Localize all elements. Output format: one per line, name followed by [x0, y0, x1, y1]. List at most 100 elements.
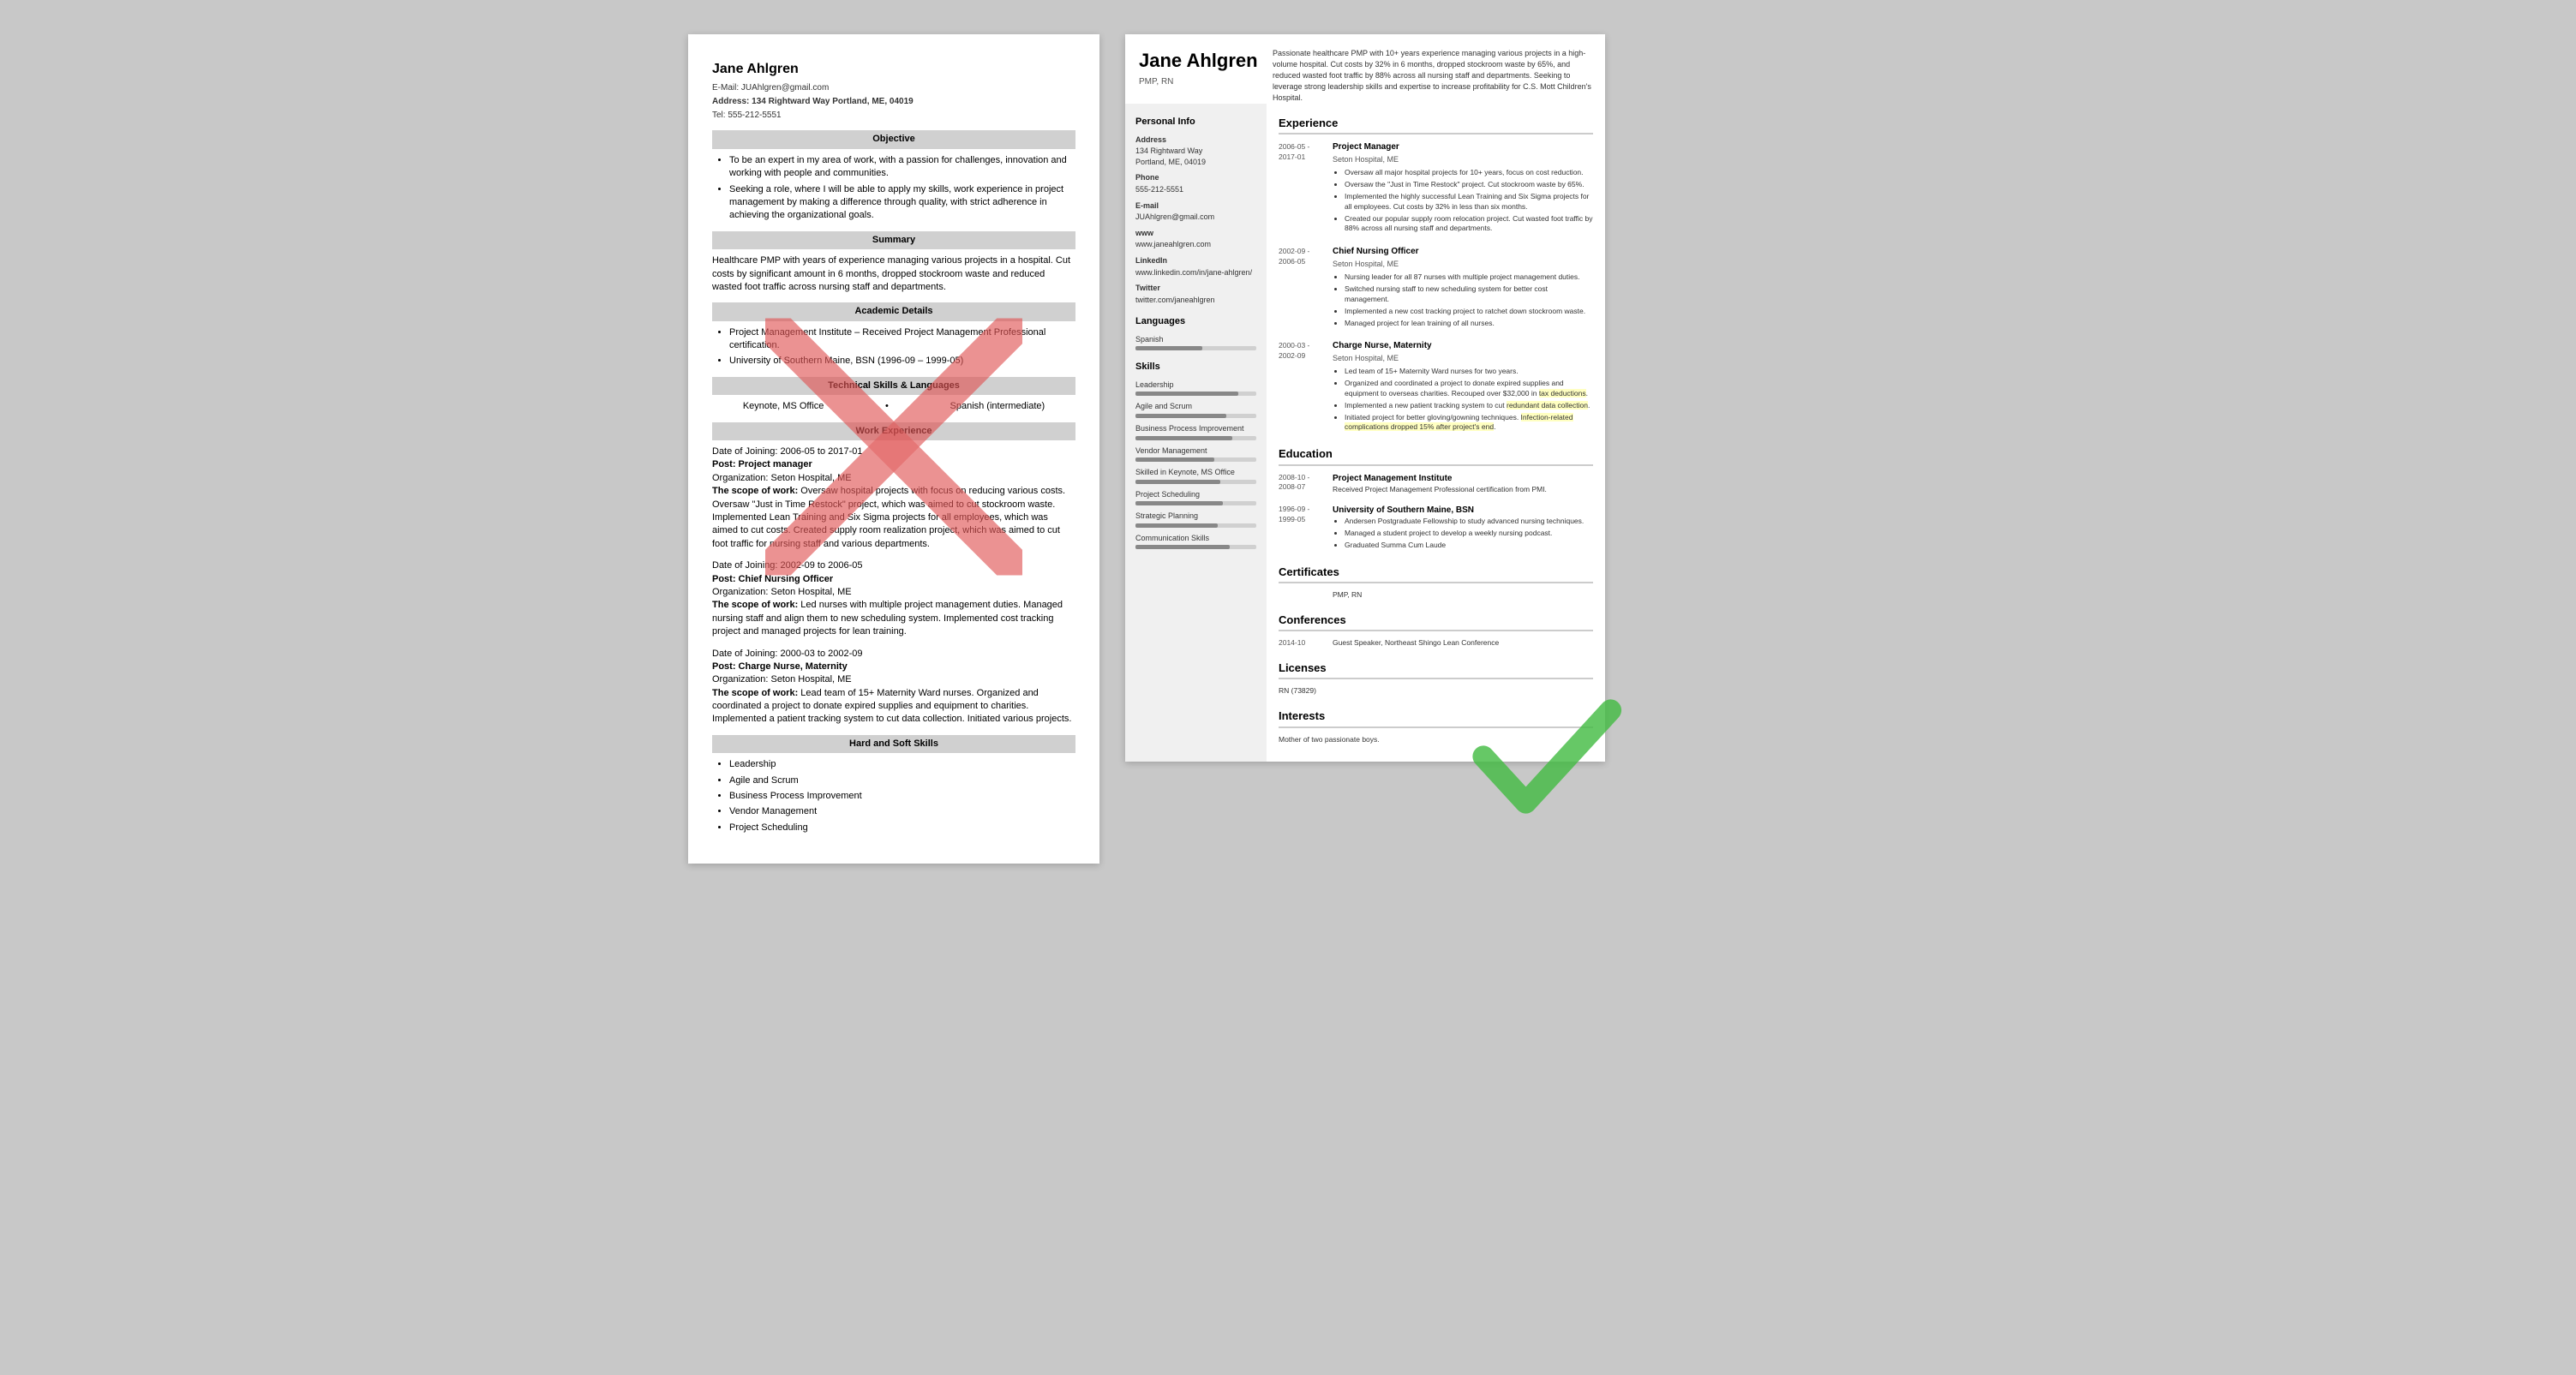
edu-date-2: 1996-09 -1999-05	[1279, 505, 1326, 553]
skill-project-scheduling: Project Scheduling	[1135, 489, 1256, 506]
lang-spanish-bar-fill	[1135, 346, 1202, 350]
skill-leadership: Leadership	[1135, 380, 1256, 397]
lang-spanish-bar-bg	[1135, 346, 1256, 350]
right-header: Jane Ahlgren PMP, RN Passionate healthca…	[1125, 34, 1605, 104]
exp-bullets-2: Nursing leader for all 87 nurses with mu…	[1333, 272, 1593, 328]
section-hardsoft-title: Hard and Soft Skills	[712, 735, 1075, 753]
edu-detail-1: Received Project Management Professional…	[1333, 485, 1593, 495]
exp-bullets-3: Led team of 15+ Maternity Ward nurses fo…	[1333, 367, 1593, 433]
exp-bullets-1: Oversaw all major hospital projects for …	[1333, 168, 1593, 234]
resume-comparison: Jane Ahlgren E-Mail: JUAhlgren@gmail.com…	[688, 34, 1888, 864]
exp-date-2: 2002-09 -2006-05	[1279, 246, 1326, 330]
work-date-2: Date of Joining: 2002-09 to 2006-05	[712, 559, 1075, 572]
field-www-label: www	[1135, 228, 1256, 239]
work-scope-1: The scope of work: Oversaw hospital proj…	[712, 485, 1075, 551]
skill-3: Business Process Improvement	[729, 790, 1075, 803]
right-body: Personal Info Address 134 Rightward WayP…	[1125, 104, 1605, 762]
skill-strategic-name: Strategic Planning	[1135, 511, 1256, 522]
exp-bullet-2-2: Switched nursing staff to new scheduling…	[1345, 284, 1593, 305]
exp-entry-3: 2000-03 -2002-09 Charge Nurse, Maternity…	[1279, 340, 1593, 434]
exp-bullet-2-4: Managed project for lean training of all…	[1345, 319, 1593, 329]
lic-entry-1: RN (73829)	[1279, 686, 1593, 696]
summary-text: Healthcare PMP with years of experience …	[712, 254, 1075, 294]
int-content-1: Mother of two passionate boys.	[1279, 735, 1380, 745]
exp-bullet-2-3: Implemented a new cost tracking project …	[1345, 307, 1593, 317]
edu-bullets-2: Andersen Postgraduate Fellowship to stud…	[1333, 517, 1593, 551]
skills-title: Skills	[1135, 361, 1256, 374]
int-entry-1: Mother of two passionate boys.	[1279, 735, 1593, 745]
field-linkedin-value: www.linkedin.com/in/jane-ahlgren/	[1135, 267, 1256, 278]
right-main: Experience 2006-05 -2017-01 Project Mana…	[1267, 104, 1605, 762]
field-phone-label: Phone	[1135, 172, 1256, 183]
left-name: Jane Ahlgren	[712, 60, 1075, 79]
skill-agile-name: Agile and Scrum	[1135, 401, 1256, 412]
cert-entry-1: PMP, RN	[1279, 590, 1593, 601]
skill-keynote: Skilled in Keynote, MS Office	[1135, 467, 1256, 484]
skill-strategic: Strategic Planning	[1135, 511, 1256, 528]
exp-date-3: 2000-03 -2002-09	[1279, 340, 1326, 434]
academic-item-1: Project Management Institute – Received …	[729, 326, 1075, 353]
hardsoft-list: Leadership Agile and Scrum Business Proc…	[712, 758, 1075, 834]
work-post-3: Post: Charge Nurse, Maternity	[712, 661, 1075, 673]
skill-2: Agile and Scrum	[729, 774, 1075, 787]
exp-bullet-1-4: Created our popular supply room relocati…	[1345, 214, 1593, 235]
field-www-value: www.janeahlgren.com	[1135, 239, 1256, 250]
field-twitter-label: Twitter	[1135, 283, 1256, 294]
field-email-label: E-mail	[1135, 200, 1256, 212]
right-resume: Jane Ahlgren PMP, RN Passionate healthca…	[1125, 34, 1605, 762]
field-address-label: Address	[1135, 135, 1256, 146]
skill-5: Project Scheduling	[729, 822, 1075, 834]
left-address: Address: 134 Rightward Way Portland, ME,…	[712, 96, 1075, 108]
section-academic-title: Academic Details	[712, 302, 1075, 320]
section-technical-title: Technical Skills & Languages	[712, 377, 1075, 395]
work-scope-3: The scope of work: Lead team of 15+ Mate…	[712, 687, 1075, 726]
skill-communication-name: Communication Skills	[1135, 533, 1256, 544]
objective-list: To be an expert in my area of work, with…	[712, 154, 1075, 223]
edu-content-1: Project Management Institute Received Pr…	[1333, 473, 1593, 497]
skill-bpi-name: Business Process Improvement	[1135, 423, 1256, 434]
objective-item-1: To be an expert in my area of work, with…	[729, 154, 1075, 181]
exp-content-3: Charge Nurse, Maternity Seton Hospital, …	[1333, 340, 1593, 434]
field-phone-value: 555-212-5551	[1135, 184, 1256, 195]
exp-org-3: Seton Hospital, ME	[1333, 353, 1593, 364]
skill-bpi: Business Process Improvement	[1135, 423, 1256, 440]
edu-bullet-2-1: Andersen Postgraduate Fellowship to stud…	[1345, 517, 1593, 527]
work-org-1: Organization: Seton Hospital, ME	[712, 472, 1075, 485]
skill-agile: Agile and Scrum	[1135, 401, 1256, 418]
skill-communication: Communication Skills	[1135, 533, 1256, 550]
lang-spanish-name: Spanish	[1135, 334, 1256, 345]
field-email-value: JUAhlgren@gmail.com	[1135, 212, 1256, 223]
lang-spanish: Spanish	[1135, 334, 1256, 351]
field-twitter-value: twitter.com/janeahlgren	[1135, 295, 1256, 306]
personal-info-title: Personal Info	[1135, 116, 1256, 129]
edu-bullet-2-3: Graduated Summa Cum Laude	[1345, 541, 1593, 551]
right-name-block: Jane Ahlgren PMP, RN	[1139, 48, 1259, 104]
right-sidebar: Personal Info Address 134 Rightward WayP…	[1125, 104, 1267, 762]
edu-school-2: University of Southern Maine, BSN	[1333, 505, 1593, 517]
right-title: PMP, RN	[1139, 76, 1259, 88]
exp-date-1: 2006-05 -2017-01	[1279, 141, 1326, 236]
work-date-1: Date of Joining: 2006-05 to 2017-01	[712, 445, 1075, 458]
exp-org-1: Seton Hospital, ME	[1333, 154, 1593, 165]
education-section-title: Education	[1279, 446, 1593, 465]
field-address-value: 134 Rightward WayPortland, ME, 04019	[1135, 146, 1256, 167]
conf-content-1: Guest Speaker, Northeast Shingo Lean Con…	[1333, 638, 1499, 649]
languages-title: Languages	[1135, 315, 1256, 328]
left-email: E-Mail: JUAhlgren@gmail.com	[712, 82, 1075, 94]
work-post-2: Post: Chief Nursing Officer	[712, 573, 1075, 586]
exp-bullet-1-3: Implemented the highly successful Lean T…	[1345, 192, 1593, 212]
conferences-section-title: Conferences	[1279, 613, 1593, 631]
technical-skills-row: Keynote, MS Office • Spanish (intermedia…	[712, 400, 1075, 413]
objective-item-2: Seeking a role, where I will be able to …	[729, 183, 1075, 223]
right-resume-wrapper: Jane Ahlgren PMP, RN Passionate healthca…	[1125, 34, 1605, 864]
work-entry-3: Date of Joining: 2000-03 to 2002-09 Post…	[712, 648, 1075, 726]
exp-title-1: Project Manager	[1333, 141, 1593, 153]
field-linkedin-label: LinkedIn	[1135, 255, 1256, 266]
exp-title-2: Chief Nursing Officer	[1333, 246, 1593, 258]
exp-entry-2: 2002-09 -2006-05 Chief Nursing Officer S…	[1279, 246, 1593, 330]
skills-col2: Spanish (intermediate)	[950, 400, 1045, 413]
conf-entry-1: 2014-10 Guest Speaker, Northeast Shingo …	[1279, 638, 1593, 649]
work-entry-1: Date of Joining: 2006-05 to 2017-01 Post…	[712, 445, 1075, 551]
skill-vendor: Vendor Management	[1135, 445, 1256, 463]
left-tel: Tel: 555-212-5551	[712, 110, 1075, 122]
